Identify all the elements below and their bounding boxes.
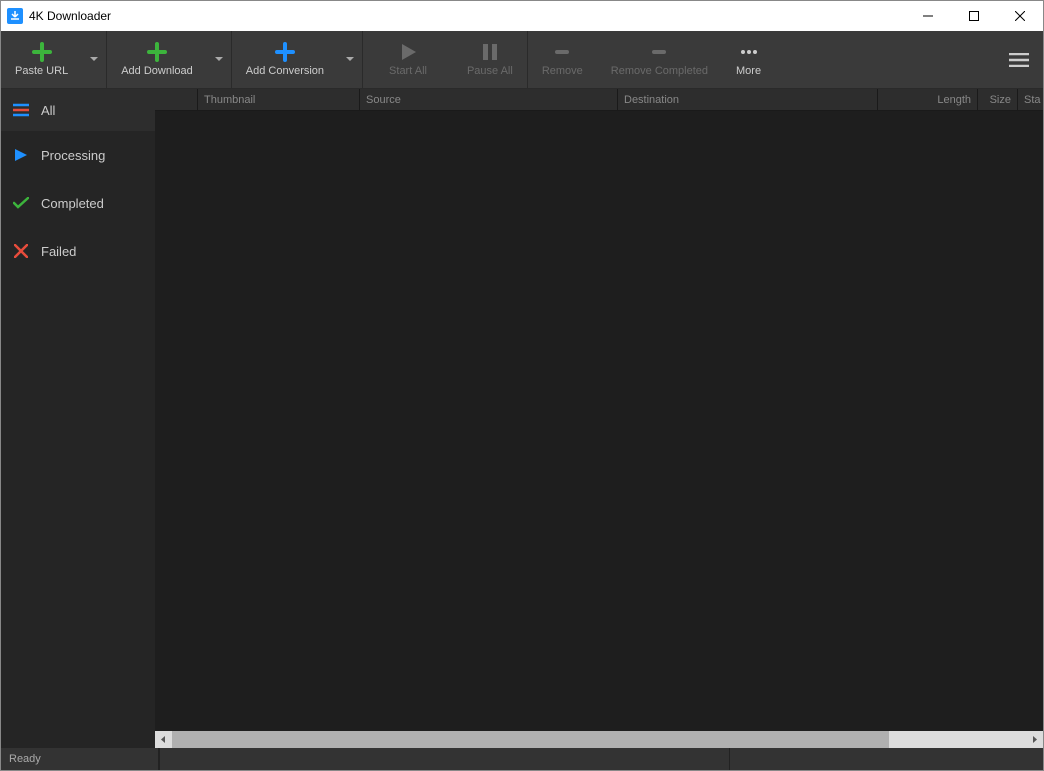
column-length[interactable]: Length bbox=[877, 89, 977, 110]
minimize-button[interactable] bbox=[905, 1, 951, 31]
start-all-label: Start All bbox=[389, 65, 427, 77]
add-download-label: Add Download bbox=[121, 65, 193, 77]
add-download-button[interactable]: Add Download bbox=[107, 31, 207, 88]
more-button[interactable]: More bbox=[722, 31, 775, 88]
sidebar-completed-label: Completed bbox=[41, 196, 104, 211]
maximize-button[interactable] bbox=[951, 1, 997, 31]
sidebar-failed-label: Failed bbox=[41, 244, 76, 259]
remove-completed-button[interactable]: Remove Completed bbox=[597, 31, 722, 88]
statusbar: Ready bbox=[1, 748, 1043, 770]
window-controls bbox=[905, 1, 1043, 31]
column-source[interactable]: Source bbox=[359, 89, 617, 110]
paste-url-label: Paste URL bbox=[15, 65, 68, 77]
scroll-right-button[interactable] bbox=[1026, 731, 1043, 748]
column-size[interactable]: Size bbox=[977, 89, 1017, 110]
titlebar: 4K Downloader bbox=[1, 1, 1043, 31]
pause-all-button[interactable]: Pause All bbox=[453, 31, 527, 88]
pause-all-label: Pause All bbox=[467, 65, 513, 77]
horizontal-scrollbar[interactable] bbox=[155, 731, 1043, 748]
column-destination[interactable]: Destination bbox=[617, 89, 877, 110]
minus-icon bbox=[552, 42, 572, 62]
remove-completed-label: Remove Completed bbox=[611, 65, 708, 77]
window-title: 4K Downloader bbox=[29, 9, 905, 23]
column-checkbox[interactable] bbox=[155, 89, 197, 110]
main-panel: Thumbnail Source Destination Length Size… bbox=[155, 89, 1043, 748]
start-all-button[interactable]: Start All bbox=[363, 31, 453, 88]
sidebar-processing-label: Processing bbox=[41, 148, 105, 163]
scroll-thumb[interactable] bbox=[172, 731, 889, 748]
scroll-track[interactable] bbox=[172, 731, 1026, 748]
paste-url-button[interactable]: Paste URL bbox=[1, 31, 82, 88]
play-icon bbox=[13, 147, 29, 163]
column-status[interactable]: Sta bbox=[1017, 89, 1043, 110]
all-icon bbox=[13, 102, 29, 118]
hamburger-menu-button[interactable] bbox=[995, 31, 1043, 88]
sidebar-all-label: All bbox=[41, 103, 55, 118]
sidebar-item-completed[interactable]: Completed bbox=[1, 179, 155, 227]
remove-label: Remove bbox=[542, 65, 583, 77]
table-body bbox=[155, 111, 1043, 731]
column-thumbnail[interactable]: Thumbnail bbox=[197, 89, 359, 110]
dots-icon bbox=[739, 42, 759, 62]
add-conversion-button[interactable]: Add Conversion bbox=[232, 31, 338, 88]
sidebar: All Processing Completed Failed bbox=[1, 89, 155, 748]
app-logo-icon bbox=[7, 8, 23, 24]
sidebar-item-failed[interactable]: Failed bbox=[1, 227, 155, 275]
x-icon bbox=[13, 243, 29, 259]
pause-icon bbox=[480, 42, 500, 62]
play-icon bbox=[398, 42, 418, 62]
status-segment-1 bbox=[159, 748, 729, 770]
scroll-left-button[interactable] bbox=[155, 731, 172, 748]
toolbar: Paste URL Add Download Add Conversion St… bbox=[1, 31, 1043, 89]
sidebar-item-all[interactable]: All bbox=[1, 89, 155, 131]
minus-icon bbox=[649, 42, 669, 62]
add-conversion-label: Add Conversion bbox=[246, 65, 324, 77]
status-segment-2 bbox=[729, 748, 1035, 770]
remove-button[interactable]: Remove bbox=[528, 31, 597, 88]
add-download-dropdown[interactable] bbox=[207, 31, 231, 88]
check-icon bbox=[13, 195, 29, 211]
status-text: Ready bbox=[9, 748, 159, 770]
close-button[interactable] bbox=[997, 1, 1043, 31]
more-label: More bbox=[736, 65, 761, 77]
paste-url-dropdown[interactable] bbox=[82, 31, 106, 88]
content-area: All Processing Completed Failed Thumbnai… bbox=[1, 89, 1043, 748]
plus-icon bbox=[147, 42, 167, 62]
plus-icon bbox=[32, 42, 52, 62]
add-conversion-dropdown[interactable] bbox=[338, 31, 362, 88]
plus-icon bbox=[275, 42, 295, 62]
sidebar-item-processing[interactable]: Processing bbox=[1, 131, 155, 179]
table-header: Thumbnail Source Destination Length Size… bbox=[155, 89, 1043, 111]
